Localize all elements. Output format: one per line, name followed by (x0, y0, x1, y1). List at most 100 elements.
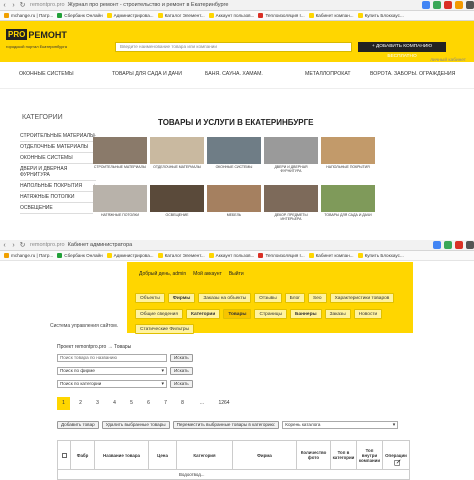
page-link[interactable]: 4 (108, 397, 121, 410)
extension-icon[interactable] (433, 241, 441, 249)
extension-icon[interactable] (455, 1, 463, 9)
page-link[interactable]: 1 (57, 397, 70, 410)
bookmark[interactable]: Теплоизоляция I... (258, 253, 305, 258)
bookmark[interactable]: Сбербанк Онлайн (57, 13, 103, 18)
admin-tab[interactable]: Общие сведения (135, 309, 183, 319)
back-icon[interactable]: ‹ (0, 241, 9, 250)
admin-tab[interactable]: Баннеры (290, 309, 322, 319)
bookmark[interactable]: Сбербанк Онлайн (57, 253, 103, 258)
category-tile[interactable]: ОСВЕЩЕНИЕ (150, 185, 204, 221)
admin-tab[interactable]: Заказы на объекты (198, 293, 252, 303)
admin-tab[interactable]: Статические Фильтры (135, 324, 194, 334)
menu-item[interactable]: БАНЯ. САУНА. ХАМАМ. (205, 71, 263, 77)
bookmark[interactable]: Аккаунт пользов... (208, 253, 254, 258)
table-row[interactable]: Водоотвод... (58, 469, 409, 480)
bookmark[interactable]: Каталог Элемент... (157, 253, 205, 258)
extension-icon[interactable] (455, 241, 463, 249)
category-select[interactable]: Поиск по категории (57, 380, 167, 388)
category-item[interactable]: ОТДЕЛОЧНЫЕ МАТЕРИАЛЫ+ (20, 142, 96, 153)
page-link[interactable]: ... (193, 397, 211, 410)
page-link[interactable]: 2 (74, 397, 87, 410)
menu-item[interactable]: ВОРОТА. ЗАБОРЫ. ОГРАЖДЕНИЯ (370, 71, 455, 77)
bookmark[interactable]: Купить Блокхаус... (357, 13, 404, 18)
page-link[interactable]: 1264 (215, 397, 233, 410)
reload-icon[interactable]: ↻ (18, 241, 27, 250)
page-link[interactable]: 7 (159, 397, 172, 410)
column-header[interactable]: Фабр (71, 441, 95, 469)
column-header[interactable]: Топ внутри компании (357, 441, 383, 469)
category-item[interactable]: ДВЕРИ И ДВЕРНАЯ ФУРНИТУРА+ (20, 164, 96, 181)
page-link[interactable]: 3 (91, 397, 104, 410)
bookmark[interactable]: Каталог Элемент... (157, 13, 205, 18)
admin-tab[interactable]: Seo (308, 293, 327, 303)
product-search-input[interactable]: Поиск товара по названию (57, 354, 167, 362)
category-item[interactable]: СТРОИТЕЛЬНЫЕ МАТЕРИАЛЫ + (20, 131, 96, 142)
admin-tab[interactable]: Характеристики товаров (329, 293, 395, 303)
reload-icon[interactable]: ↻ (18, 1, 27, 10)
column-header[interactable]: Фирма (233, 441, 297, 469)
column-header[interactable]: Количество фото (297, 441, 331, 469)
column-header[interactable]: Категория (177, 441, 233, 469)
admin-tab[interactable]: Новости (353, 309, 383, 319)
category-item[interactable]: НАТЯЖНЫЕ ПОТОЛКИ+ (20, 192, 96, 203)
category-tile[interactable]: НАТЯЖНЫЕ ПОТОЛКИ (93, 185, 147, 221)
column-header[interactable]: Цена (149, 441, 177, 469)
category-item[interactable]: ОСВЕЩЕНИЕ+ (20, 203, 96, 214)
logout-link[interactable]: Выйти (229, 271, 244, 277)
extension-icon[interactable] (433, 1, 441, 9)
category-item[interactable]: ОКОННЫЕ СИСТЕМЫ+ (20, 153, 96, 164)
menu-item[interactable]: ОКОННЫЕ СИСТЕМЫ (19, 71, 74, 77)
category-item[interactable]: НАПОЛЬНЫЕ ПОКРЫТИЯ+ (20, 181, 96, 192)
bookmark[interactable]: Купить Блокхаус... (357, 253, 404, 258)
admin-tab[interactable]: Страницы (254, 309, 288, 319)
extension-icon[interactable] (444, 241, 452, 249)
forward-icon[interactable]: › (9, 241, 18, 250)
extension-icon[interactable] (444, 1, 452, 9)
extension-icon[interactable] (422, 1, 430, 9)
download-icon[interactable] (466, 241, 474, 249)
logo[interactable]: PRO РЕМОНТ (6, 29, 67, 40)
delete-selected-button[interactable]: Удалить выбранные товары (101, 421, 170, 429)
search-button[interactable]: Искать (170, 367, 193, 375)
catalog-select[interactable]: Корень каталога (282, 421, 399, 429)
select-all-checkbox[interactable] (58, 441, 71, 469)
back-icon[interactable]: ‹ (0, 1, 9, 10)
search-button[interactable]: Искать (170, 380, 193, 388)
add-product-button[interactable]: Добавить товар (57, 421, 99, 429)
category-tile[interactable]: НАПОЛЬНЫЕ ПОКРЫТИЯ (321, 137, 375, 173)
category-tile[interactable]: ОТДЕЛОЧНЫЕ МАТЕРИАЛЫ (150, 137, 204, 173)
category-tile[interactable]: МЕБЕЛЬ (207, 185, 261, 221)
admin-tab[interactable]: Объекты (135, 293, 165, 303)
bookmark[interactable]: Кабинет компан... (308, 13, 354, 18)
address-field[interactable]: remontpro.pro Кабинет администратора (30, 242, 132, 248)
category-tile[interactable]: ДВЕРИ И ДВЕРНАЯ ФУРНИТУРА (264, 137, 318, 173)
category-tile[interactable]: ТОВАРЫ ДЛЯ САДА И ДАЧИ (321, 185, 375, 221)
admin-tab[interactable]: Блог (284, 293, 306, 303)
search-input[interactable]: Введите наименование товара или компании (115, 42, 352, 52)
edit-icon[interactable] (394, 459, 401, 466)
address-field[interactable]: remontpro.pro Журнал про ремонт - строит… (30, 2, 228, 8)
my-account-link[interactable]: Мой аккаунт (193, 271, 222, 277)
move-selected-button[interactable]: Переместить выбранные товары в категорию… (172, 421, 280, 429)
column-header[interactable]: Топ в категории (331, 441, 357, 469)
forward-icon[interactable]: › (9, 1, 18, 10)
admin-tab[interactable]: Категории (185, 309, 221, 319)
bookmark[interactable]: Аккаунт пользов... (208, 13, 254, 18)
page-link[interactable]: 5 (125, 397, 138, 410)
page-link[interactable]: 8 (176, 397, 189, 410)
admin-tab[interactable]: Фирмы (167, 293, 196, 303)
admin-tab[interactable]: Отзывы (254, 293, 282, 303)
bookmark[interactable]: mchange.ru | Патр... (4, 13, 53, 18)
bookmark[interactable]: Теплоизоляция I... (258, 13, 305, 18)
admin-tab[interactable]: Товары (223, 309, 252, 319)
column-header[interactable]: Название товара (95, 441, 149, 469)
search-button[interactable]: Искать (170, 354, 193, 362)
category-tile[interactable]: СТРОИТЕЛЬНЫЕ МАТЕРИАЛЫ (93, 137, 147, 173)
bookmark[interactable]: Администрирова... (106, 253, 154, 258)
bookmark[interactable]: mchange.ru | Патр... (4, 253, 53, 258)
page-link[interactable]: 6 (142, 397, 155, 410)
menu-item[interactable]: ТОВАРЫ ДЛЯ САДА И ДАЧИ (112, 71, 182, 77)
menu-item[interactable]: МЕТАЛЛОПРОКАТ (305, 71, 351, 77)
add-company-button[interactable]: + ДОБАВИТЬ КОМПАНИЮ БЕСПЛАТНО (358, 42, 446, 59)
category-tile[interactable]: ОКОННЫЕ СИСТЕМЫ (207, 137, 261, 173)
